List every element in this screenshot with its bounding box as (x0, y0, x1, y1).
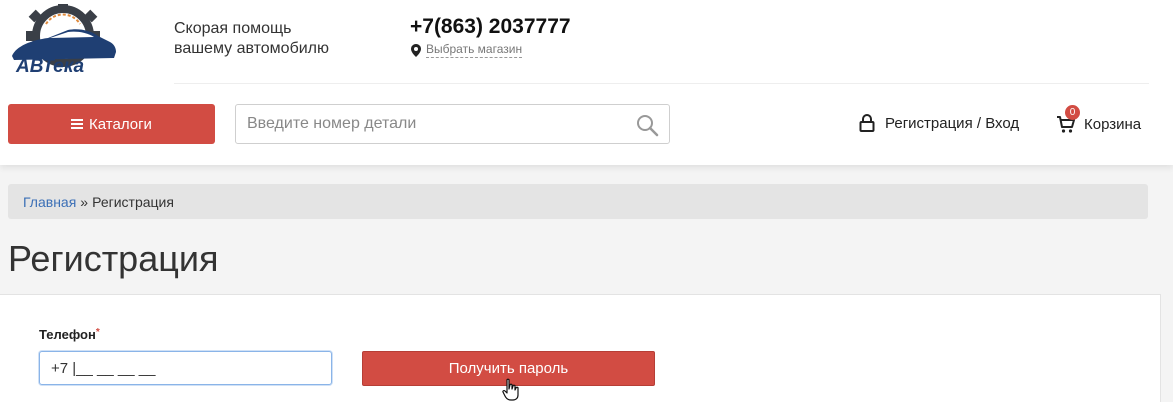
store-link[interactable]: Выбрать магазин (426, 42, 523, 58)
header-divider (174, 83, 1149, 84)
site-header: АВТека Скорая помощь вашему автомобилю +… (0, 0, 1173, 165)
tagline-line2: вашему автомобилю (174, 40, 330, 57)
phone-number[interactable]: +7(863) 2037777 (410, 15, 571, 39)
search-input[interactable] (236, 105, 626, 143)
login-link[interactable]: Регистрация / Вход (859, 114, 1019, 132)
map-pin-icon (411, 43, 421, 57)
search-box (235, 104, 670, 144)
store-selector[interactable]: Выбрать магазин (411, 42, 523, 58)
tagline-line1: Скорая помощь (174, 20, 292, 37)
logo-text: АВТека (15, 56, 85, 76)
breadcrumb-home-link[interactable]: Главная (23, 194, 76, 210)
hand-cursor-icon (502, 378, 519, 401)
cart-link[interactable]: 0 Корзина (1056, 105, 1142, 134)
catalog-button-label: Каталоги (89, 115, 152, 133)
login-label: Регистрация / Вход (885, 114, 1020, 132)
breadcrumb-current: Регистрация (92, 193, 174, 210)
cart-label: Корзина (1084, 115, 1142, 133)
site-logo[interactable]: АВТека (6, 4, 120, 76)
breadcrumb-separator: » (80, 193, 89, 210)
lock-icon (859, 114, 875, 132)
page-title: Регистрация (8, 238, 219, 279)
required-mark: * (95, 327, 100, 338)
cart-count-badge: 0 (1065, 105, 1080, 120)
burger-icon (71, 119, 84, 129)
catalog-button[interactable]: Каталоги (8, 104, 215, 144)
breadcrumb: Главная » Регистрация (8, 184, 1148, 219)
phone-field-label: Телефон* (39, 327, 100, 342)
tagline: Скорая помощь вашему автомобилю (174, 19, 329, 59)
search-icon[interactable] (635, 113, 659, 137)
phone-label-text: Телефон (39, 327, 96, 342)
phone-input[interactable] (39, 351, 332, 385)
